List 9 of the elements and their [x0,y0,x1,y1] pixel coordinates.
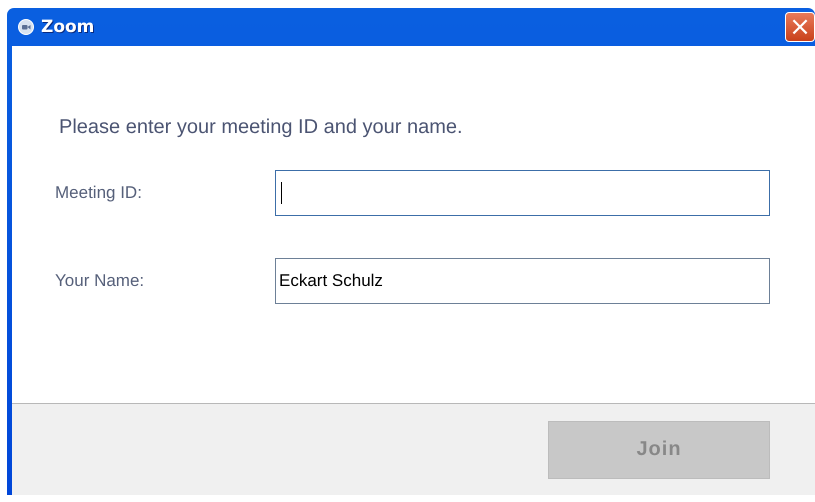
instruction-text: Please enter your meeting ID and your name. [59,116,464,139]
close-button[interactable]: × [785,12,815,42]
camera-icon [18,19,34,35]
window-title: Zoom [41,17,94,37]
field-label: Your Name: [54,271,146,291]
text-cursor [281,182,282,204]
input-field[interactable]: Eckart Schulz [275,258,770,304]
field-label: Meeting ID: [54,183,143,203]
input-field[interactable] [275,170,770,216]
